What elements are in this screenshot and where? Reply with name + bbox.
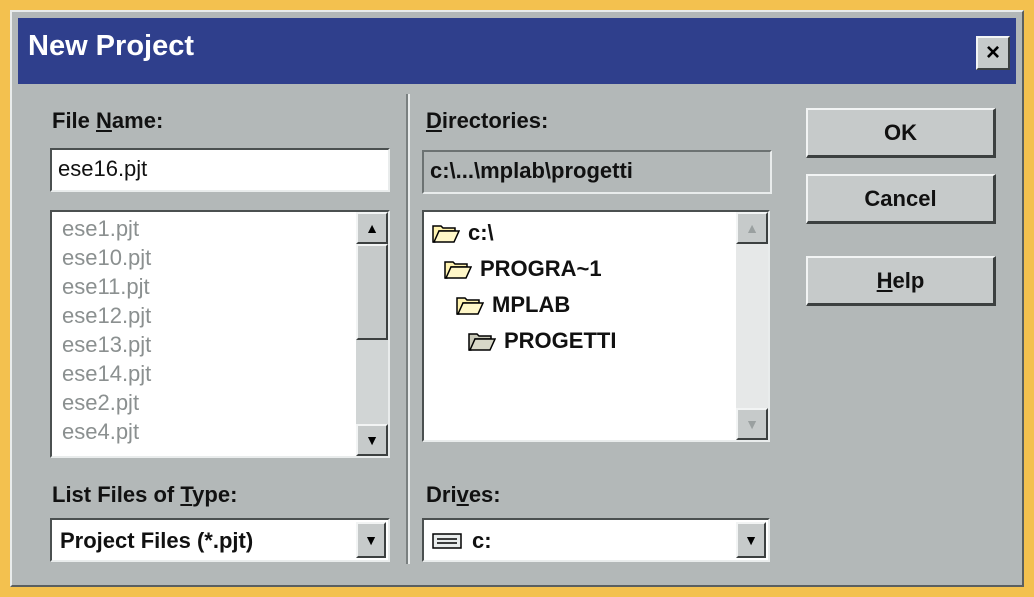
arrow-up-icon: ▲ bbox=[365, 220, 379, 236]
divider bbox=[406, 94, 410, 564]
chevron-down-icon: ▼ bbox=[364, 532, 378, 548]
drives-label: Drives: bbox=[426, 482, 501, 507]
folder-open-icon bbox=[444, 261, 472, 279]
folder-open-icon bbox=[468, 333, 496, 351]
title-bar[interactable]: New Project × bbox=[18, 18, 1016, 84]
list-item[interactable]: ese12.pjt bbox=[62, 303, 151, 329]
file-list-scrollbar[interactable]: ▲ ▼ bbox=[356, 212, 388, 456]
list-item[interactable]: ese4.pjt bbox=[62, 419, 139, 445]
list-item[interactable]: ese13.pjt bbox=[62, 332, 151, 358]
ok-button[interactable]: OK bbox=[806, 108, 996, 158]
close-button[interactable]: × bbox=[976, 36, 1010, 70]
directories-label: Directories: bbox=[426, 108, 549, 133]
drives-select[interactable]: c: ▼ bbox=[422, 518, 770, 562]
list-item[interactable]: ese14.pjt bbox=[62, 361, 151, 387]
file-type-dropdown-button[interactable]: ▼ bbox=[356, 522, 386, 558]
directory-path: c:\...\mplab\progetti bbox=[422, 150, 772, 194]
directory-item[interactable]: PROGRA~1 bbox=[444, 256, 602, 282]
cancel-button[interactable]: Cancel bbox=[806, 174, 996, 224]
arrow-up-icon: ▲ bbox=[745, 220, 759, 236]
arrow-down-icon: ▼ bbox=[745, 416, 759, 432]
drive-icon bbox=[432, 533, 462, 549]
dialog-title: New Project bbox=[28, 30, 194, 62]
arrow-down-icon: ▼ bbox=[365, 432, 379, 448]
file-name-label: File Name: bbox=[52, 108, 164, 133]
folder-open-icon bbox=[432, 225, 460, 243]
new-project-dialog: New Project × File Name: ese16.pjt ese1.… bbox=[10, 10, 1024, 587]
directory-list-scrollbar[interactable]: ▲ ▼ bbox=[736, 212, 768, 440]
file-type-label: List Files of Type: bbox=[52, 482, 238, 507]
list-item[interactable]: ese2.pjt bbox=[62, 390, 139, 416]
close-icon: × bbox=[985, 39, 1000, 66]
help-button[interactable]: Help bbox=[806, 256, 996, 306]
list-item[interactable]: ese10.pjt bbox=[62, 245, 151, 271]
directory-list[interactable]: c:\ PROGRA~1 MPLAB PROGETTI ▲ ▼ bbox=[422, 210, 770, 442]
file-name-input[interactable]: ese16.pjt bbox=[50, 148, 390, 192]
drives-dropdown-button[interactable]: ▼ bbox=[736, 522, 766, 558]
scroll-down-button[interactable]: ▼ bbox=[736, 408, 768, 440]
file-list[interactable]: ese1.pjt ese10.pjt ese11.pjt ese12.pjt e… bbox=[50, 210, 390, 458]
scroll-up-button[interactable]: ▲ bbox=[736, 212, 768, 244]
directory-item[interactable]: MPLAB bbox=[456, 292, 570, 318]
scroll-down-button[interactable]: ▼ bbox=[356, 424, 388, 456]
file-type-select[interactable]: Project Files (*.pjt) ▼ bbox=[50, 518, 390, 562]
folder-open-icon bbox=[456, 297, 484, 315]
list-item[interactable]: ese1.pjt bbox=[62, 216, 139, 242]
scroll-thumb[interactable] bbox=[356, 244, 388, 340]
scroll-up-button[interactable]: ▲ bbox=[356, 212, 388, 244]
list-item[interactable]: ese11.pjt bbox=[62, 274, 150, 300]
chevron-down-icon: ▼ bbox=[744, 532, 758, 548]
directory-item[interactable]: c:\ bbox=[432, 220, 494, 246]
directory-item[interactable]: PROGETTI bbox=[468, 328, 616, 354]
